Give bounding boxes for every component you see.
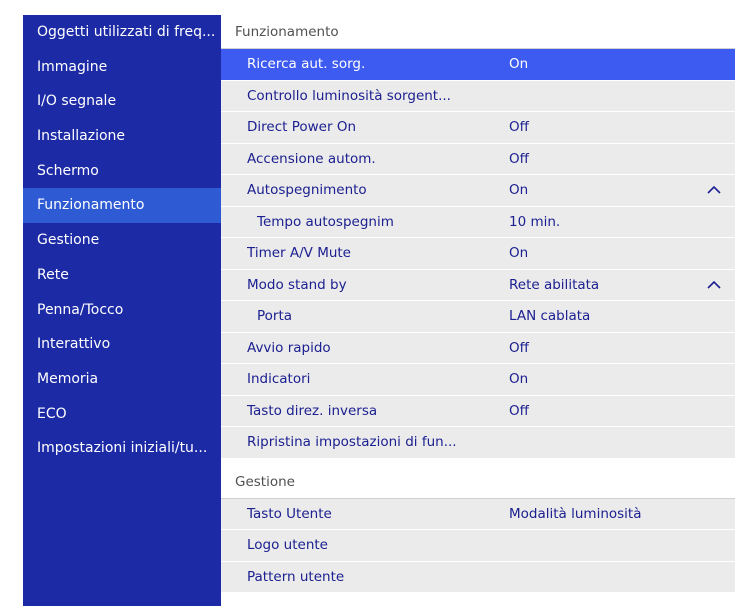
menu-row-tasto-direz-inversa[interactable]: Tasto direz. inversa Off bbox=[221, 395, 735, 427]
sidebar-item-i-o-segnale[interactable]: I/O segnale bbox=[23, 84, 221, 119]
sidebar-item-gestione[interactable]: Gestione bbox=[23, 223, 221, 258]
sidebar-item-oggetti-utilizzati-di-freq[interactable]: Oggetti utilizzati di freq... bbox=[23, 15, 221, 50]
menu-row-value: LAN cablata bbox=[509, 308, 591, 324]
menu-row-modo-stand-by[interactable]: Modo stand by Rete abilitata bbox=[221, 269, 735, 301]
menu-row-label: Tasto Utente bbox=[247, 505, 332, 522]
sidebar-item-immagine[interactable]: Immagine bbox=[23, 50, 221, 85]
menu-row-tasto-utente[interactable]: Tasto Utente Modalità luminosità bbox=[221, 498, 735, 530]
sidebar-menu: Oggetti utilizzati di freq... Immagine I/O… bbox=[23, 15, 221, 606]
menu-row-label: Porta bbox=[257, 308, 293, 324]
sidebar-item-eco[interactable]: ECO bbox=[23, 397, 221, 432]
menu-row-label: Pattern utente bbox=[247, 568, 345, 585]
sidebar-item-funzionamento[interactable]: Funzionamento bbox=[23, 188, 221, 224]
sidebar-item-impostazioni-iniziali-tu[interactable]: Impostazioni iniziali/tu... bbox=[23, 431, 221, 466]
menu-row-label: Autospegnimento bbox=[247, 182, 367, 198]
section-header-gestione: Gestione bbox=[221, 464, 735, 499]
sidebar-item-schermo[interactable]: Schermo bbox=[23, 154, 221, 189]
chevron-up-icon[interactable] bbox=[707, 280, 721, 290]
menu-row-label: Indicatori bbox=[247, 371, 311, 387]
sidebar-item-memoria[interactable]: Memoria bbox=[23, 362, 221, 397]
menu-row-value: Off bbox=[509, 150, 529, 167]
sidebar-item-interattivo[interactable]: Interattivo bbox=[23, 327, 221, 362]
section-header-funzionamento: Funzionamento bbox=[221, 15, 735, 49]
menu-row-logo-utente[interactable]: Logo utente bbox=[221, 530, 735, 562]
menu-row-label: Direct Power On bbox=[247, 119, 357, 135]
menu-row-avvio-rapido[interactable]: Avvio rapido Off bbox=[221, 332, 735, 364]
projector-menu-screen: Oggetti utilizzati di freq... Immagine I/O… bbox=[0, 0, 735, 606]
menu-row-value: Rete abilitata bbox=[509, 276, 600, 293]
sidebar-item-rete[interactable]: Rete bbox=[23, 258, 221, 293]
sidebar-item-penna-tocco[interactable]: Penna/Tocco bbox=[23, 293, 221, 328]
menu-row-value: 10 min. bbox=[509, 213, 561, 230]
menu-row-controllo-luminosita-sorgent[interactable]: Controllo luminosità sorgent... bbox=[221, 80, 735, 112]
menu-row-timer-a-v-mute[interactable]: Timer A/V Mute On bbox=[221, 238, 735, 270]
menu-row-value: On bbox=[509, 56, 529, 72]
menu-row-value: Off bbox=[509, 402, 529, 419]
menu-row-label: Controllo luminosità sorgent... bbox=[247, 87, 451, 104]
menu-row-label: Ricerca aut. sorg. bbox=[247, 56, 366, 72]
menu-row-indicatori[interactable]: Indicatori On bbox=[221, 364, 735, 396]
menu-row-ricerca-aut-sorg[interactable]: Ricerca aut. sorg. On bbox=[221, 49, 735, 81]
menu-row-ripristina-impostazioni-di-fun[interactable]: Ripristina impostazioni di fun... bbox=[221, 427, 735, 459]
menu-row-label: Avvio rapido bbox=[247, 339, 331, 356]
menu-row-label: Ripristina impostazioni di fun... bbox=[247, 434, 457, 450]
menu-row-label: Tempo autospegnim bbox=[257, 213, 394, 230]
menu-row-label: Timer A/V Mute bbox=[247, 245, 351, 261]
menu-row-label: Tasto direz. inversa bbox=[247, 402, 378, 419]
menu-row-label: Logo utente bbox=[247, 537, 328, 553]
menu-row-value: On bbox=[509, 182, 529, 198]
menu-row-direct-power-on[interactable]: Direct Power On Off bbox=[221, 112, 735, 144]
settings-panel: Funzionamento Ricerca aut. sorg. On Control… bbox=[221, 15, 735, 606]
menu-row-value: Off bbox=[509, 119, 529, 135]
menu-row-label: Modo stand by bbox=[247, 276, 347, 293]
menu-row-value: Modalità luminosità bbox=[509, 505, 642, 522]
chevron-up-icon[interactable] bbox=[707, 185, 721, 195]
menu-row-pattern-utente[interactable]: Pattern utente bbox=[221, 561, 735, 593]
menu-row-value: On bbox=[509, 245, 529, 261]
menu-row-porta[interactable]: Porta LAN cablata bbox=[221, 301, 735, 333]
menu-row-autospegnimento[interactable]: Autospegnimento On bbox=[221, 175, 735, 207]
sidebar-item-installazione[interactable]: Installazione bbox=[23, 119, 221, 154]
menu-row-value: Off bbox=[509, 339, 529, 356]
menu-row-label: Accensione autom. bbox=[247, 150, 376, 167]
menu-row-tempo-autospegnim[interactable]: Tempo autospegnim 10 min. bbox=[221, 206, 735, 238]
menu-row-accensione-autom[interactable]: Accensione autom. Off bbox=[221, 143, 735, 175]
menu-row-value: On bbox=[509, 371, 529, 387]
